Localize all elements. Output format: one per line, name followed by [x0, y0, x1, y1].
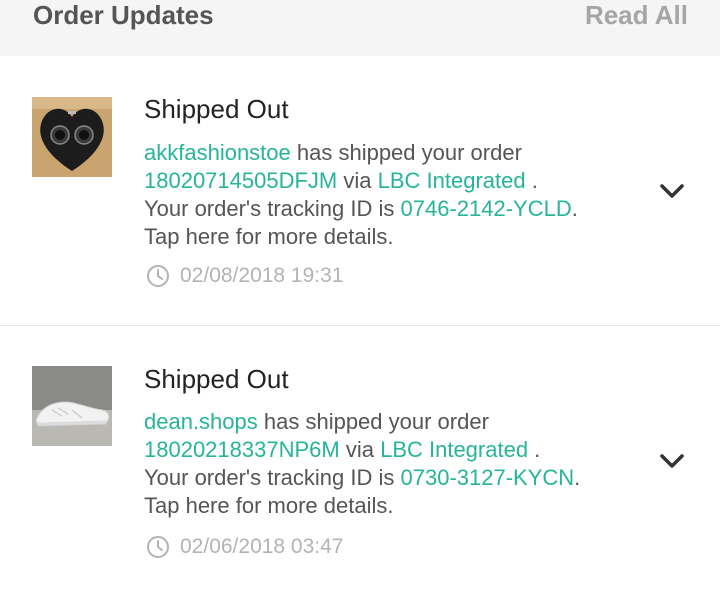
clock-icon [147, 265, 169, 287]
watch-box-thumbnail [32, 97, 112, 177]
body-text: . [574, 465, 581, 490]
clock-icon [147, 536, 169, 558]
product-thumbnail [32, 366, 112, 446]
body-text: . [571, 196, 578, 221]
chevron-down-icon[interactable] [657, 451, 687, 471]
body-text: . [525, 168, 538, 193]
sneaker-thumbnail [32, 366, 112, 446]
timestamp-text: 02/08/2018 19:31 [180, 264, 344, 287]
page-title: Order Updates [33, 0, 214, 30]
body-text: Your order's tracking ID is [144, 465, 401, 490]
notification-heading: Shipped Out [144, 94, 289, 124]
timestamp: 02/08/2018 19:31 [146, 262, 344, 290]
courier-link[interactable]: LBC Integrated [380, 437, 528, 462]
timestamp: 02/06/2018 03:47 [146, 533, 344, 561]
body-text: via [337, 168, 378, 193]
notification-body: akkfashionstoe has shipped your order 18… [144, 139, 644, 251]
body-text: via [339, 437, 381, 462]
courier-link[interactable]: LBC Integrated [378, 168, 526, 193]
shop-link[interactable]: dean.shops [144, 409, 258, 434]
details-hint: Tap here for more details. [144, 224, 394, 249]
timestamp-text: 02/06/2018 03:47 [180, 535, 344, 558]
read-all-button[interactable]: Read All [585, 0, 688, 30]
product-thumbnail [32, 97, 112, 177]
body-text: . [528, 437, 541, 462]
notification-body: dean.shops has shipped your order 180202… [144, 408, 644, 520]
body-text: has shipped your order [257, 409, 489, 434]
notification-heading: Shipped Out [144, 364, 289, 394]
order-id-link[interactable]: 18020218337NP6M [144, 437, 340, 462]
shop-link[interactable]: akkfashionstoe [144, 140, 291, 165]
notification-card[interactable]: Shipped Out dean.shops has shipped your … [0, 326, 720, 592]
tracking-id-link[interactable]: 0730-3127-KYCN [401, 465, 575, 490]
header-bar: Order Updates Read All [0, 0, 720, 56]
notification-card[interactable]: Shipped Out akkfashionstoe has shipped y… [0, 57, 720, 325]
tracking-id-link[interactable]: 0746-2142-YCLD [401, 196, 572, 221]
chevron-down-icon[interactable] [657, 181, 687, 201]
body-text: Your order's tracking ID is [144, 196, 401, 221]
order-id-link[interactable]: 18020714505DFJM [144, 168, 337, 193]
body-text: has shipped your order [290, 140, 522, 165]
details-hint: Tap here for more details. [144, 493, 394, 518]
